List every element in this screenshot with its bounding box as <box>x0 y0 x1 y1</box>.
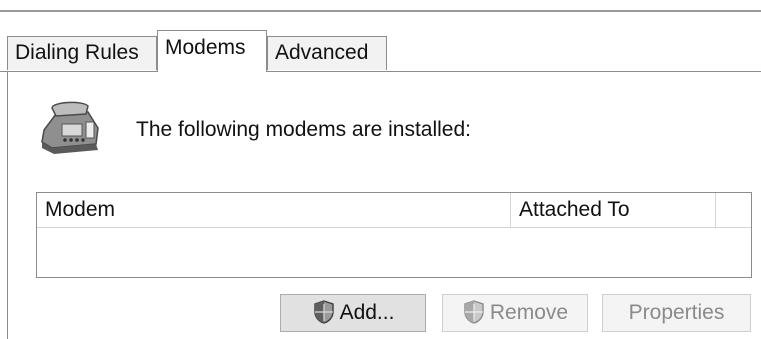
modem-list[interactable]: Modem Attached To <box>36 192 752 278</box>
tab-dialing-rules[interactable]: Dialing Rules <box>7 36 157 70</box>
phone-and-modem-dialog: Dialing Rules Modems Advanced The follow… <box>0 0 761 339</box>
properties-button-label: Properties <box>628 301 725 324</box>
tab-modems[interactable]: Modems <box>157 30 267 72</box>
installed-modems-label: The following modems are installed: <box>136 118 471 141</box>
properties-button[interactable]: Properties <box>602 294 751 332</box>
column-header-modem[interactable]: Modem <box>37 193 511 227</box>
column-header-attached-to[interactable]: Attached To <box>511 193 716 227</box>
uac-shield-icon <box>462 300 486 324</box>
tab-panel-top-border <box>0 71 761 72</box>
add-button[interactable]: Add... <box>280 294 426 332</box>
top-divider <box>0 10 761 12</box>
list-header: Modem Attached To <box>37 193 751 228</box>
add-button-label: Add... <box>339 301 395 324</box>
telephone-modem-icon <box>38 100 104 156</box>
uac-shield-icon <box>312 300 336 324</box>
remove-button-label: Remove <box>489 301 569 324</box>
tab-advanced[interactable]: Advanced <box>267 36 387 70</box>
tab-strip: Dialing Rules Modems Advanced <box>0 30 761 72</box>
column-header-filler <box>716 193 751 227</box>
remove-button[interactable]: Remove <box>442 294 588 332</box>
tab-panel-left-border <box>7 71 8 339</box>
